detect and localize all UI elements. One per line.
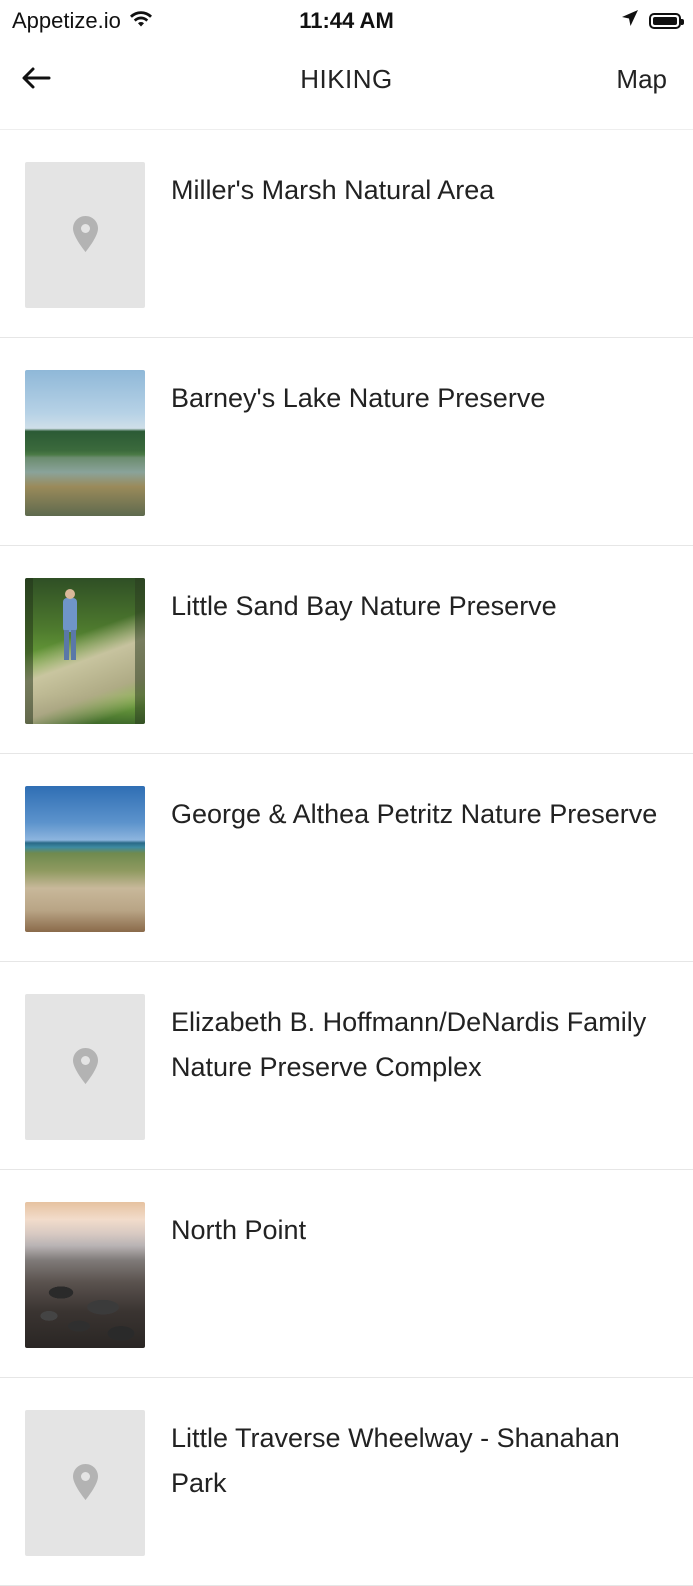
list-item[interactable]: Little Traverse Wheelway - Shanahan Park [0,1378,693,1586]
location-arrow-icon [621,9,639,32]
forest-boardwalk-photo [25,578,145,724]
list-item-title: Little Sand Bay Nature Preserve [171,591,557,621]
lake-photo [25,370,145,516]
status-right [621,9,684,32]
status-bar: Appetize.io 11:44 AM [0,0,693,44]
list-item-title: George & Althea Petritz Nature Preserve [171,799,658,829]
list-item[interactable]: Little Sand Bay Nature Preserve [0,546,693,754]
list-item[interactable]: Barney's Lake Nature Preserve [0,338,693,546]
list-item[interactable]: George & Althea Petritz Nature Preserve [0,754,693,962]
page-title: HIKING [300,64,393,94]
list-item-title: Barney's Lake Nature Preserve [171,383,546,413]
list-item[interactable]: North Point [0,1170,693,1378]
beach-dune-photo [25,786,145,932]
map-pin-icon [72,215,99,258]
list-item-title: North Point [171,1215,307,1245]
nav-bar: HIKING Map [0,44,693,130]
placeholder-image [25,162,145,308]
list-item[interactable]: Elizabeth B. Hoffmann/DeNardis Family Na… [0,962,693,1170]
hiking-list: Miller's Marsh Natural Area Barney's Lak… [0,130,693,1586]
map-pin-icon [72,1047,99,1090]
status-time: 11:44 AM [299,8,394,33]
list-item-title: Miller's Marsh Natural Area [171,175,495,205]
placeholder-image [25,994,145,1140]
map-button[interactable]: Map [616,64,667,95]
rocky-shore-sunset-photo [25,1202,145,1348]
placeholder-image [25,1410,145,1556]
list-item-title: Elizabeth B. Hoffmann/DeNardis Family Na… [171,1007,647,1082]
list-item-title: Little Traverse Wheelway - Shanahan Park [171,1423,620,1498]
battery-full-icon [649,12,684,29]
list-item[interactable]: Miller's Marsh Natural Area [0,130,693,338]
